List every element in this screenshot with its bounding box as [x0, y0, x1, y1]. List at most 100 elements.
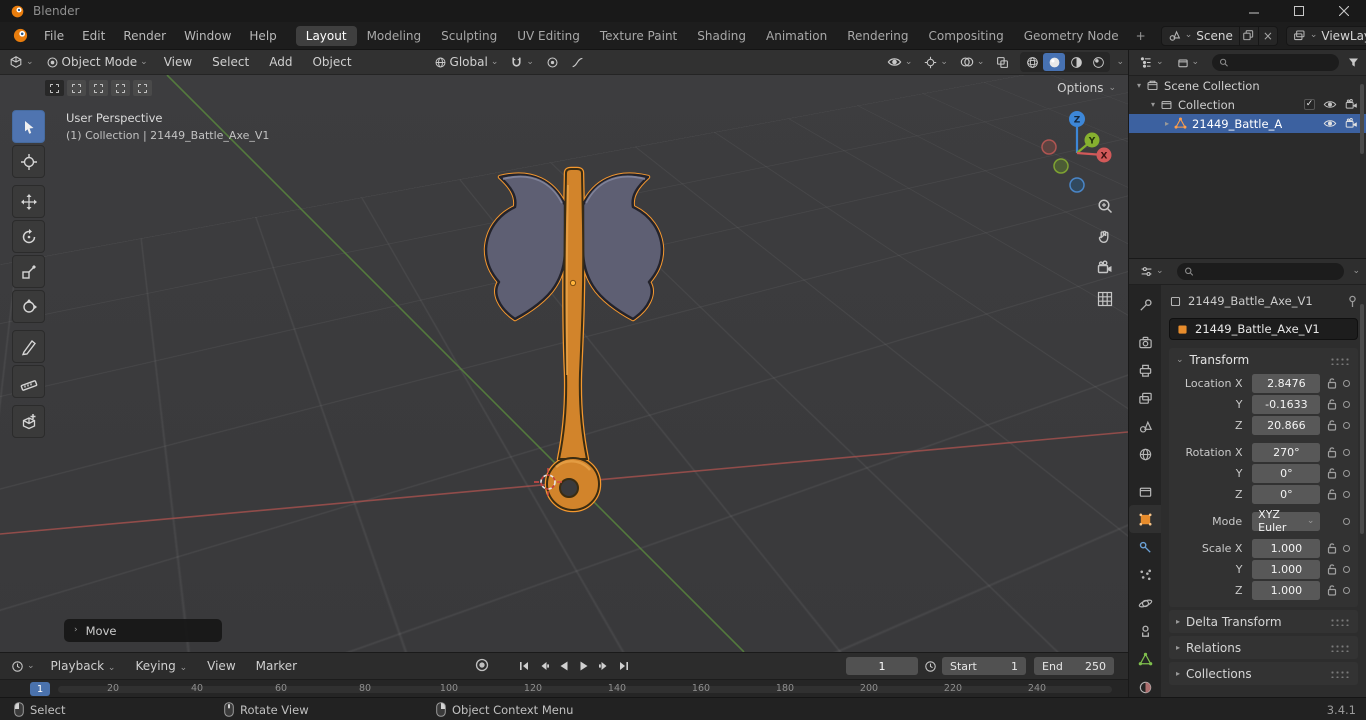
pan-hand-button[interactable]	[1096, 228, 1114, 246]
animate-dot[interactable]	[1343, 469, 1350, 477]
overlays-dropdown[interactable]: ⌄	[955, 54, 990, 70]
outliner-scrollbar[interactable]	[1360, 84, 1364, 154]
play-reverse-button[interactable]	[554, 657, 574, 675]
tab-constraints[interactable]	[1129, 617, 1161, 645]
blender-menu-button[interactable]	[6, 27, 35, 44]
tab-world[interactable]	[1129, 440, 1161, 468]
scene-selector[interactable]: ⌄ Scene	[1160, 25, 1240, 46]
outliner-row-collection[interactable]: ▾ Collection ✓	[1129, 95, 1366, 114]
xray-toggle[interactable]	[991, 54, 1014, 71]
current-frame-marker[interactable]: 1	[30, 682, 50, 696]
workspace-tab-uv-editing[interactable]: UV Editing	[507, 26, 590, 46]
shading-wireframe-button[interactable]	[1021, 53, 1043, 71]
menu-edit[interactable]: Edit	[73, 27, 114, 45]
orientation-dropdown[interactable]: Global ⌄	[429, 53, 504, 71]
collection-checkbox[interactable]: ✓	[1304, 99, 1315, 110]
proportional-edit-button[interactable]	[541, 54, 564, 71]
tab-output[interactable]	[1129, 356, 1161, 384]
panel-grip[interactable]	[1329, 643, 1351, 652]
rotation-x-field[interactable]: 270°	[1252, 442, 1321, 462]
location-x-field[interactable]: 2.8476	[1252, 373, 1321, 393]
workspace-tab-compositing[interactable]: Compositing	[918, 26, 1013, 46]
workspace-tab-texture-paint[interactable]: Texture Paint	[590, 26, 687, 46]
tool-select-box[interactable]	[12, 110, 45, 143]
minimize-button[interactable]	[1231, 0, 1276, 22]
rotation-mode-dropdown[interactable]: XYZ Euler ⌄	[1252, 508, 1321, 534]
select-mode-new-button[interactable]	[45, 80, 64, 96]
workspace-tab-animation[interactable]: Animation	[756, 26, 837, 46]
timeline-editor-type-button[interactable]: ⌄	[6, 658, 40, 675]
camera-view-button[interactable]	[1096, 259, 1114, 277]
tool-scale[interactable]	[12, 255, 45, 288]
tab-scene[interactable]	[1129, 412, 1161, 440]
transform-panel-header[interactable]: ⌄ Transform	[1169, 348, 1358, 372]
tool-transform[interactable]	[12, 290, 45, 323]
camera-visibility-icon[interactable]	[1345, 99, 1358, 110]
jump-to-end-button[interactable]	[614, 657, 634, 675]
animate-dot[interactable]	[1343, 517, 1350, 525]
visibility-dropdown[interactable]: ⌄	[882, 54, 918, 70]
tool-rotate[interactable]	[12, 220, 45, 253]
zoom-button[interactable]	[1096, 197, 1114, 215]
lock-icon[interactable]	[1323, 419, 1340, 431]
lock-icon[interactable]	[1323, 398, 1340, 410]
animate-dot[interactable]	[1343, 586, 1350, 594]
close-button[interactable]	[1321, 0, 1366, 22]
hide-eye-icon[interactable]	[1323, 99, 1337, 110]
lock-icon[interactable]	[1323, 563, 1340, 575]
add-workspace-button[interactable]: +	[1129, 27, 1153, 45]
menu-playback[interactable]: Playback ⌄	[42, 657, 125, 675]
rotation-z-field[interactable]: 0°	[1252, 484, 1321, 504]
tab-object[interactable]	[1129, 505, 1161, 533]
lock-icon[interactable]	[1323, 488, 1340, 500]
viewlayer-selector[interactable]: ⌄ ViewLayer	[1285, 25, 1366, 46]
panel-grip[interactable]	[1329, 617, 1351, 626]
workspace-tab-shading[interactable]: Shading	[687, 26, 756, 46]
collections-panel-header[interactable]: ▸ Collections	[1169, 662, 1358, 685]
editor-type-button[interactable]: ⌄	[4, 53, 39, 71]
shading-rendered-button[interactable]	[1087, 53, 1109, 71]
panel-grip[interactable]	[1329, 669, 1351, 678]
animate-dot[interactable]	[1343, 544, 1350, 552]
rotation-y-field[interactable]: 0°	[1252, 463, 1321, 483]
menu-help[interactable]: Help	[240, 27, 285, 45]
menu-file[interactable]: File	[35, 27, 73, 45]
scale-y-field[interactable]: 1.000	[1252, 559, 1321, 579]
workspace-tab-modeling[interactable]: Modeling	[357, 26, 432, 46]
outliner-display-mode-button[interactable]: ⌄	[1172, 55, 1205, 71]
tab-render[interactable]	[1129, 328, 1161, 356]
location-z-field[interactable]: 20.866	[1252, 415, 1321, 435]
workspace-tab-layout[interactable]: Layout	[295, 25, 357, 46]
animate-dot[interactable]	[1343, 448, 1350, 456]
select-mode-extend-button[interactable]	[67, 80, 86, 96]
scale-x-field[interactable]: 1.000	[1252, 538, 1321, 558]
tool-move[interactable]	[12, 185, 45, 218]
axis-minus-x[interactable]	[1041, 139, 1057, 155]
end-frame-field[interactable]: End 250	[1034, 657, 1114, 675]
outliner-row-scene-collection[interactable]: ▾ Scene Collection	[1129, 76, 1366, 95]
workspace-tab-geometry-node[interactable]: Geometry Node	[1014, 26, 1129, 46]
tab-modifiers[interactable]	[1129, 533, 1161, 561]
auto-keying-toggle[interactable]	[474, 657, 490, 673]
viewport-3d[interactable]: Options ⌄ User Perspective (1) Collectio…	[0, 75, 1128, 652]
lock-icon[interactable]	[1323, 446, 1340, 458]
menu-keying[interactable]: Keying ⌄	[126, 657, 196, 675]
outliner-search[interactable]	[1212, 54, 1339, 71]
play-button[interactable]	[574, 657, 594, 675]
tab-tool[interactable]	[1129, 291, 1161, 319]
menu-window[interactable]: Window	[175, 27, 240, 45]
lock-icon[interactable]	[1323, 542, 1340, 554]
mode-dropdown[interactable]: Object Mode ⌄	[41, 53, 153, 71]
new-scene-button[interactable]	[1239, 25, 1259, 46]
menu-select[interactable]: Select	[203, 53, 258, 71]
workspace-tab-sculpting[interactable]: Sculpting	[431, 26, 507, 46]
relations-panel-header[interactable]: ▸ Relations	[1169, 636, 1358, 659]
tool-measure[interactable]	[12, 365, 45, 398]
outliner-editor-type-button[interactable]: ⌄	[1135, 54, 1169, 71]
select-mode-subtract-button[interactable]	[89, 80, 108, 96]
properties-scrollbar[interactable]	[1360, 304, 1364, 534]
jump-to-start-button[interactable]	[514, 657, 534, 675]
filter-icon[interactable]	[1347, 56, 1360, 69]
start-frame-field[interactable]: Start 1	[942, 657, 1026, 675]
delta-transform-panel-header[interactable]: ▸ Delta Transform	[1169, 610, 1358, 633]
